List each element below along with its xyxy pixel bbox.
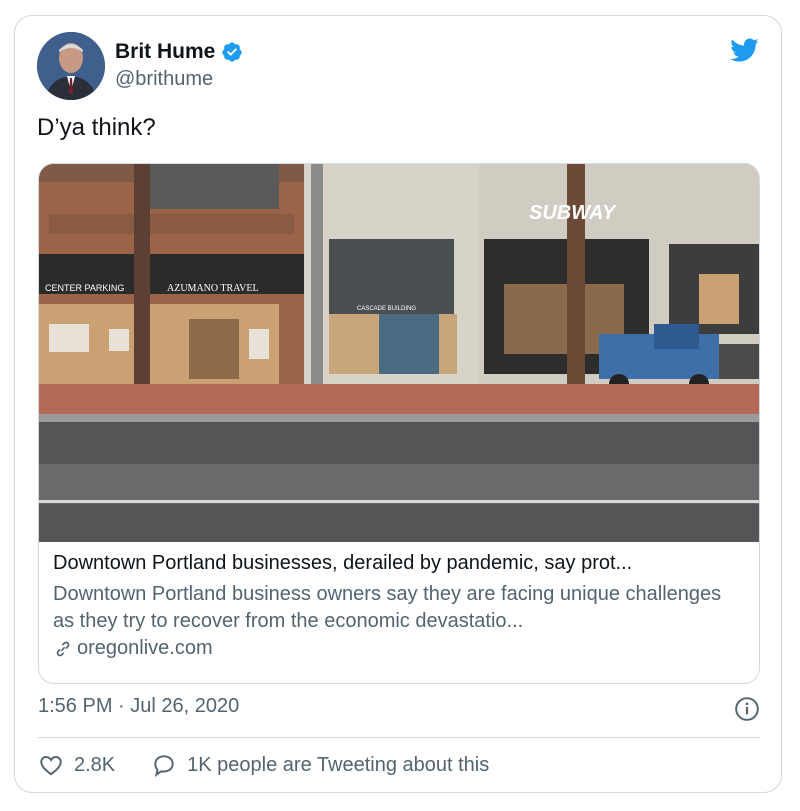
info-icon[interactable] (734, 696, 760, 722)
tweet-text: D’ya think? (37, 114, 156, 141)
timestamp[interactable]: 1:56 PM · Jul 26, 2020 (38, 695, 239, 718)
parking-sign: CENTER PARKING (45, 283, 124, 293)
link-domain[interactable]: oregonlive.com (77, 637, 213, 660)
author-handle[interactable]: @brithume (115, 68, 213, 91)
conversation-text[interactable]: 1K people are Tweeting about this (187, 754, 489, 777)
verified-badge-icon (222, 42, 242, 62)
divider (38, 737, 760, 738)
building-sign: CASCADE BUILDING (357, 306, 416, 312)
conversation-button[interactable]: 1K people are Tweeting about this (151, 752, 489, 778)
twitter-bird-icon[interactable] (728, 35, 760, 65)
link-card[interactable]: CENTER PARKING AZUMANO TRAVEL CASCADE BU… (38, 163, 760, 684)
link-info[interactable]: Downtown Portland businesses, derailed b… (53, 552, 745, 660)
subway-sign: SUBWAY (529, 202, 617, 224)
author-name-row[interactable]: Brit Hume (115, 40, 243, 64)
link-icon (56, 641, 70, 656)
author-name[interactable]: Brit Hume (115, 40, 215, 64)
link-title[interactable]: Downtown Portland businesses, derailed b… (53, 552, 745, 575)
travel-sign: AZUMANO TRAVEL (167, 283, 259, 294)
like-button[interactable]: 2.8K (38, 752, 115, 778)
action-bar: 2.8K 1K people are Tweeting about this (38, 752, 525, 778)
link-domain-row[interactable]: oregonlive.com (53, 637, 745, 660)
link-description[interactable]: Downtown Portland business owners say th… (53, 581, 745, 635)
comment-bubble-icon[interactable] (151, 752, 177, 778)
like-count[interactable]: 2.8K (74, 754, 115, 777)
link-card-image[interactable]: CENTER PARKING AZUMANO TRAVEL CASCADE BU… (39, 164, 760, 542)
avatar[interactable] (37, 32, 105, 100)
heart-icon[interactable] (38, 752, 64, 778)
